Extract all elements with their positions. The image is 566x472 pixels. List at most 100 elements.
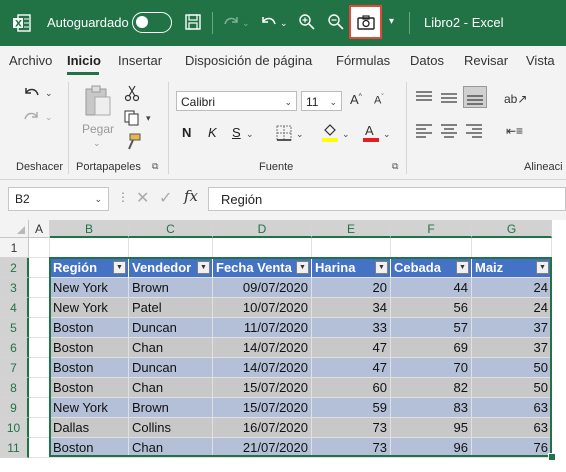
column-header-f[interactable]: F [391,220,472,238]
column-header-d[interactable]: D [213,220,312,238]
align-left-icon[interactable] [416,124,432,138]
cell[interactable] [29,278,50,298]
paste-dropdown-icon[interactable]: ⌄ [93,138,101,149]
table-header-cell[interactable]: Región ▼ [50,258,129,278]
table-cell[interactable]: 11/07/2020 [213,318,312,338]
cell[interactable] [50,238,129,258]
font-name-combo[interactable]: Calibri ⌄ [176,91,297,111]
table-header-cell[interactable]: Vendedor ▼ [129,258,213,278]
table-cell[interactable]: 73 [312,438,391,458]
row-header-1[interactable]: 1 [0,238,29,258]
table-cell[interactable]: 44 [391,278,472,298]
tab-archivo[interactable]: Archivo [9,53,52,69]
row-header-5[interactable]: 5 [0,318,29,338]
table-cell[interactable]: 50 [472,358,552,378]
formula-input[interactable]: Región [208,187,566,211]
table-cell[interactable]: Duncan [129,358,213,378]
table-cell[interactable]: Boston [50,318,129,338]
table-cell[interactable]: 96 [391,438,472,458]
row-header-9[interactable]: 9 [0,398,29,418]
column-header-b[interactable]: B [50,220,129,238]
filter-dropdown-icon[interactable]: ▼ [536,261,549,274]
format-painter-icon[interactable] [124,133,142,151]
table-cell[interactable]: 73 [312,418,391,438]
tab-insertar[interactable]: Insertar [118,53,162,69]
table-cell[interactable]: Boston [50,438,129,458]
table-cell[interactable]: 34 [312,298,391,318]
column-header-c[interactable]: C [129,220,213,238]
table-cell[interactable]: New York [50,298,129,318]
undo-icon[interactable] [259,13,279,31]
cell[interactable] [29,398,50,418]
fill-color-icon[interactable] [321,122,339,142]
table-cell[interactable]: 69 [391,338,472,358]
table-cell[interactable]: 37 [472,338,552,358]
table-cell[interactable]: Boston [50,338,129,358]
align-bottom-button[interactable] [463,86,487,108]
cell[interactable] [29,438,50,458]
table-cell[interactable]: 50 [472,378,552,398]
filter-dropdown-icon[interactable]: ▼ [296,261,309,274]
table-cell[interactable]: 47 [312,358,391,378]
cell[interactable] [29,418,50,438]
table-cell[interactable]: 63 [472,418,552,438]
tab-inicio[interactable]: Inicio [67,53,101,69]
table-cell[interactable]: Chan [129,378,213,398]
redo-dropdown-icon[interactable]: ⌄ [45,112,53,123]
cell[interactable] [29,238,50,258]
table-cell[interactable]: Duncan [129,318,213,338]
row-header-7[interactable]: 7 [0,358,29,378]
table-cell[interactable]: 59 [312,398,391,418]
cell[interactable] [391,238,472,258]
tab-revisar[interactable]: Revisar [464,53,508,69]
table-cell[interactable]: 20 [312,278,391,298]
table-cell[interactable]: 82 [391,378,472,398]
table-cell[interactable]: 15/07/2020 [213,398,312,418]
table-cell[interactable]: 47 [312,338,391,358]
zoom-out-icon[interactable] [327,13,345,31]
table-cell[interactable]: 56 [391,298,472,318]
camera-button-highlight[interactable] [349,5,382,39]
cell[interactable] [213,238,312,258]
table-cell[interactable]: 14/07/2020 [213,338,312,358]
row-header-8[interactable]: 8 [0,378,29,398]
table-cell[interactable]: 70 [391,358,472,378]
table-cell[interactable]: 60 [312,378,391,398]
row-header-10[interactable]: 10 [0,418,29,438]
customize-qat-icon[interactable]: ▾ [389,14,394,30]
align-right-icon[interactable] [466,124,482,138]
column-header-a[interactable]: A [29,220,50,238]
insert-function-icon[interactable]: fx [184,187,198,205]
cell[interactable] [29,338,50,358]
cell[interactable] [29,318,50,338]
table-cell[interactable]: 14/07/2020 [213,358,312,378]
table-cell[interactable]: New York [50,398,129,418]
table-cell[interactable]: 76 [472,438,552,458]
font-launcher-icon[interactable]: ⧉ [392,161,398,172]
column-header-e[interactable]: E [312,220,391,238]
table-cell[interactable]: 37 [472,318,552,338]
table-cell[interactable]: 33 [312,318,391,338]
table-cell[interactable]: 83 [391,398,472,418]
clipboard-launcher-icon[interactable]: ⧉ [152,161,158,172]
table-cell[interactable]: Patel [129,298,213,318]
align-middle-icon[interactable] [441,91,457,105]
undo-dropdown-icon[interactable]: ⌄ [45,88,53,99]
table-cell[interactable]: Chan [129,338,213,358]
redo-icon[interactable] [222,13,242,31]
table-cell[interactable]: Boston [50,378,129,398]
font-color-icon[interactable]: A [362,122,380,142]
ribbon-redo-icon[interactable] [22,108,42,126]
table-cell[interactable]: 15/07/2020 [213,378,312,398]
borders-icon[interactable] [276,125,292,141]
tab-datos[interactable]: Datos [410,53,444,69]
ribbon-undo-icon[interactable] [22,84,42,102]
tab-formulas[interactable]: Fórmulas [336,53,390,69]
paste-label[interactable]: Pegar [82,122,114,136]
orientation-icon[interactable]: ab↗ [504,92,527,106]
font-size-combo[interactable]: 11 ⌄ [301,91,342,111]
cell[interactable] [29,298,50,318]
copy-icon[interactable] [124,108,140,126]
table-header-cell[interactable]: Fecha Venta ▼ [213,258,312,278]
table-cell[interactable]: Brown [129,398,213,418]
